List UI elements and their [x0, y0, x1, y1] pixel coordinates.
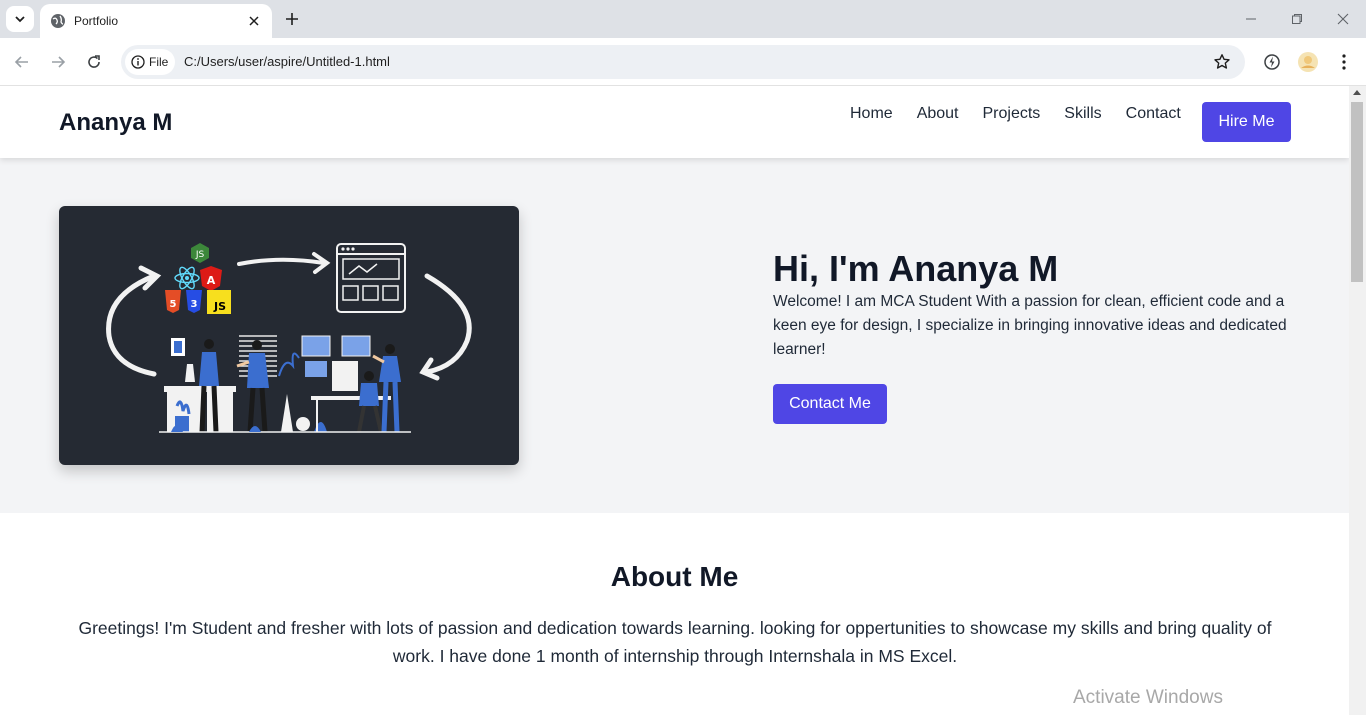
- page-scrollbar[interactable]: [1349, 86, 1366, 715]
- reload-icon[interactable]: [82, 50, 106, 74]
- new-tab-icon[interactable]: [282, 9, 302, 29]
- close-window-icon[interactable]: [1332, 8, 1354, 30]
- browser-tab-bar: Portfolio: [0, 0, 1366, 38]
- tab-search-button[interactable]: [6, 6, 34, 32]
- profile-avatar-icon[interactable]: [1296, 50, 1320, 74]
- chip-label: File: [149, 55, 169, 69]
- site-info-chip[interactable]: File: [125, 49, 175, 75]
- back-arrow-icon[interactable]: [10, 50, 34, 74]
- nav-about[interactable]: About: [917, 105, 959, 123]
- scrollbar-thumb[interactable]: [1351, 102, 1363, 282]
- page-viewport: Ananya M Home About Projects Skills Cont…: [0, 86, 1349, 715]
- nav-skills[interactable]: Skills: [1064, 105, 1101, 123]
- more-menu-icon[interactable]: [1332, 50, 1356, 74]
- info-icon: [131, 55, 145, 69]
- nav-projects[interactable]: Projects: [983, 105, 1041, 123]
- hero-illustration: JS A 5 3 JS: [59, 206, 519, 465]
- hero-section: JS A 5 3 JS Hi, I'm Ananya M Welcome! I …: [0, 158, 1349, 513]
- forward-arrow-icon[interactable]: [46, 50, 70, 74]
- site-header: Ananya M Home About Projects Skills Cont…: [0, 86, 1349, 158]
- url-text[interactable]: C:/Users/user/aspire/Untitled-1.html: [184, 54, 390, 69]
- chevron-down-icon: [15, 16, 25, 23]
- extension-icon[interactable]: [1260, 50, 1284, 74]
- globe-icon: [51, 14, 65, 28]
- css3-badge-label: 3: [191, 299, 198, 310]
- browser-tab[interactable]: Portfolio: [40, 4, 272, 38]
- main-nav: Home About Projects Skills Contact: [850, 105, 1205, 123]
- nav-contact[interactable]: Contact: [1126, 105, 1181, 123]
- js-tile-label: JS: [213, 300, 226, 313]
- hire-me-button[interactable]: Hire Me: [1202, 102, 1291, 142]
- hero-title: Hi, I'm Ananya M: [773, 248, 1059, 289]
- restore-icon[interactable]: [1286, 8, 1308, 30]
- scroll-up-icon[interactable]: [1353, 90, 1361, 95]
- contact-me-button[interactable]: Contact Me: [773, 384, 887, 424]
- html5-badge-label: 5: [170, 299, 177, 310]
- nav-home[interactable]: Home: [850, 105, 893, 123]
- angular-badge-label: A: [207, 274, 216, 287]
- about-title: About Me: [610, 561, 739, 592]
- tab-title: Portfolio: [74, 14, 119, 28]
- minimize-icon[interactable]: [1240, 8, 1262, 30]
- browser-toolbar: File C:/Users/user/aspire/Untitled-1.htm…: [0, 38, 1366, 86]
- bookmark-star-icon[interactable]: [1213, 53, 1231, 71]
- close-tab-icon[interactable]: [246, 13, 262, 29]
- address-bar[interactable]: File C:/Users/user/aspire/Untitled-1.htm…: [121, 45, 1245, 79]
- site-logo[interactable]: Ananya M: [59, 109, 172, 137]
- js-badge-label: JS: [195, 250, 205, 260]
- hero-description: Welcome! I am MCA Student With a passion…: [773, 293, 1287, 358]
- about-description: Greetings! I'm Student and fresher with …: [78, 618, 1272, 666]
- activate-windows-watermark: Activate Windows: [1073, 687, 1223, 708]
